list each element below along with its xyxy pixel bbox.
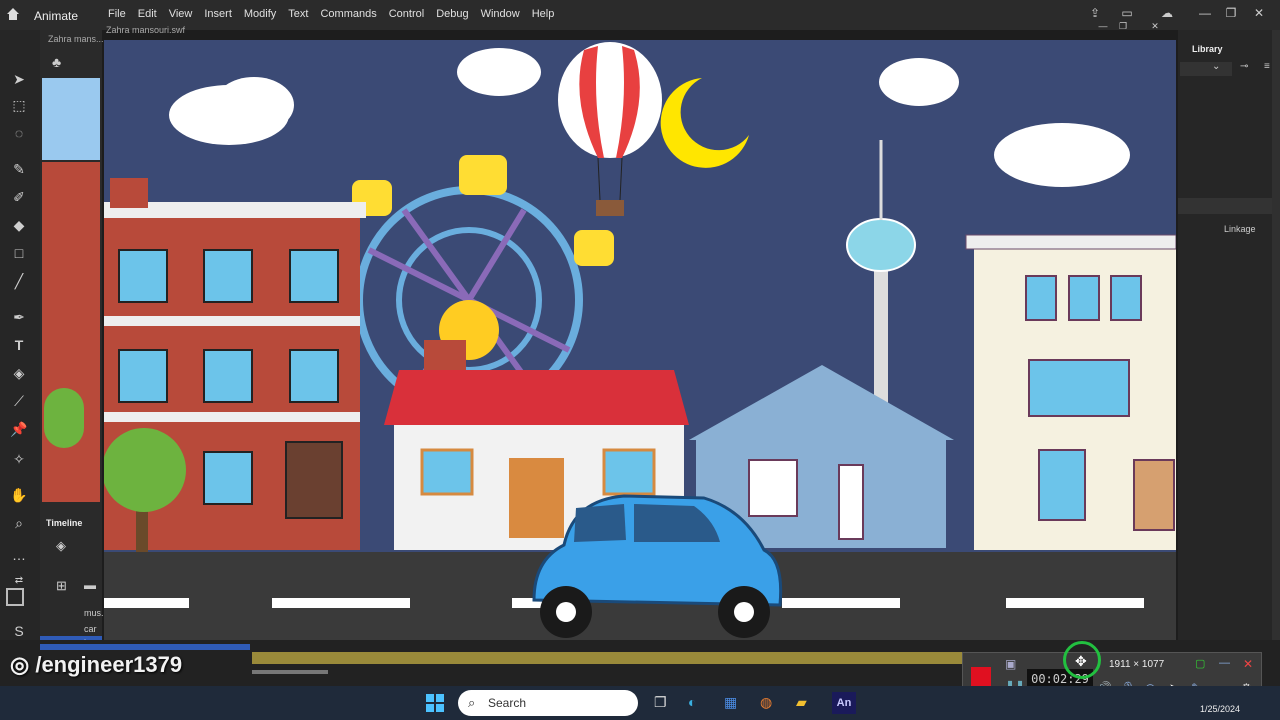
taskbar-date: 1/25/2024 [1200, 704, 1241, 714]
menu-commands[interactable]: Commands [314, 8, 382, 20]
search-label: Search [488, 696, 527, 710]
search-icon: ⌕ [468, 695, 476, 710]
document-tab[interactable]: Zahra mans... [48, 34, 104, 44]
brush-icon[interactable]: ✐ [8, 186, 30, 208]
snap-icon[interactable]: S [8, 620, 30, 642]
add-layer-icon[interactable]: ⊞ [56, 578, 67, 594]
camera-icon[interactable]: ▣ [1005, 657, 1016, 671]
menu-window[interactable]: Window [475, 8, 526, 20]
menu-file[interactable]: File [102, 8, 132, 20]
thumbnail-sky [42, 78, 100, 160]
doc-close-icon[interactable]: ✕ [1144, 17, 1166, 35]
windows-start-icon[interactable] [426, 694, 444, 712]
frame-span[interactable] [252, 652, 962, 664]
library-dropdown[interactable] [1180, 62, 1232, 76]
layer-car[interactable]: car [84, 624, 97, 634]
lasso-icon[interactable]: ◌ [8, 122, 30, 144]
zoom-icon[interactable]: ⌕ [8, 512, 30, 534]
doc-restore-icon[interactable]: ❐ [1112, 17, 1134, 35]
recording-resolution: 1911 × 1077 [1109, 659, 1165, 670]
fullscreen-icon[interactable]: ▢ [1195, 657, 1205, 670]
moon [660, 78, 749, 168]
tower [846, 140, 916, 410]
timeline-title: Timeline [46, 518, 83, 528]
menu-bar: File Edit View Insert Modify Text Comman… [102, 8, 560, 20]
layers-icon[interactable]: ◈ [56, 538, 66, 554]
doc-minimize-icon[interactable]: — [1092, 17, 1114, 35]
firefox-icon[interactable]: ◍ [760, 694, 772, 711]
hot-air-balloon [558, 42, 662, 216]
recorder-minimize-icon[interactable]: — [1219, 657, 1230, 669]
tools-panel: ➤ ⬚ ◌ ✎ ✐ ◆ □ ╱ ✒ T ◈ ⟋ 📌 ✧ ✋ ⌕ … ⇄ S ⌢ [0, 30, 40, 680]
title-bar: Animate File Edit View Insert Modify Tex… [0, 0, 1280, 31]
animation-scene [104, 42, 1176, 640]
maximize-icon[interactable]: ❐ [1220, 4, 1242, 22]
paint-brush-icon[interactable]: ✎ [8, 158, 30, 180]
eyedropper-icon[interactable]: ⟋ [8, 390, 30, 412]
library-title: Library [1192, 44, 1223, 54]
menu-control[interactable]: Control [383, 8, 430, 20]
menu-debug[interactable]: Debug [430, 8, 474, 20]
watermark-handle: /engineer1379 [35, 652, 183, 677]
white-building [965, 234, 1176, 550]
menu-insert[interactable]: Insert [198, 8, 238, 20]
menu-help[interactable]: Help [526, 8, 561, 20]
more-tools-icon[interactable]: … [8, 544, 30, 566]
task-view-icon[interactable]: ❐ [654, 694, 667, 711]
pen-icon[interactable]: ✒ [8, 306, 30, 328]
taskbar-search[interactable]: ⌕ Search [458, 690, 638, 716]
recorder-close-icon[interactable]: ✕ [1243, 657, 1253, 671]
taskbar: ⌕ Search ❐ ◐ ▦ ◍ ▰ An 1/25/2024 [0, 686, 1280, 720]
move-icon[interactable]: ✥ [1075, 653, 1087, 670]
left-panel: Zahra mans... ♣ Timeline ◈ ⊞ ▬ mus... ca… [40, 30, 109, 650]
stage[interactable] [104, 40, 1176, 640]
hand-icon[interactable]: ✋ [8, 484, 30, 506]
thumbnail-tree [44, 388, 84, 448]
store-icon[interactable]: ▦ [724, 694, 737, 711]
selection-tool-icon[interactable]: ➤ [8, 68, 30, 90]
menu-view[interactable]: View [163, 8, 199, 20]
stroke-color-swatch[interactable] [6, 588, 24, 606]
pin-icon[interactable]: 📌 [8, 418, 30, 440]
club-icon[interactable]: ♣ [52, 54, 61, 70]
home-icon[interactable] [6, 7, 20, 21]
instagram-icon: ◎ [10, 652, 30, 677]
menu-modify[interactable]: Modify [238, 8, 282, 20]
linkage-header[interactable]: Linkage [1224, 224, 1256, 234]
free-transform-icon[interactable]: ⬚ [8, 94, 30, 116]
thumbnail-building [42, 162, 100, 502]
rectangle-icon[interactable]: □ [8, 242, 30, 264]
chevron-down-icon[interactable]: ⌄ [1212, 61, 1220, 72]
right-panel: Library ⌄ ⊸ ≡ Linkage [1178, 30, 1280, 680]
selected-layer-bar [40, 644, 250, 650]
folder-icon[interactable]: ▬ [84, 578, 96, 592]
text-tool-icon[interactable]: T [8, 334, 30, 356]
panel-scrollbar[interactable] [1272, 30, 1280, 650]
record-button[interactable] [971, 667, 991, 687]
watermark: ◎ /engineer1379 [10, 652, 182, 678]
close-icon[interactable]: ✕ [1248, 4, 1270, 22]
menu-text[interactable]: Text [282, 8, 314, 20]
pin-panel-icon[interactable]: ⊸ [1240, 61, 1248, 72]
file-explorer-icon[interactable]: ▰ [796, 694, 807, 711]
paint-bucket-icon[interactable]: ◈ [8, 362, 30, 384]
panel-menu-icon[interactable]: ≡ [1264, 61, 1270, 72]
line-icon[interactable]: ╱ [8, 270, 30, 292]
app-name: Animate [34, 9, 79, 23]
eraser-icon[interactable]: ◆ [8, 214, 30, 236]
minimize-icon[interactable]: — [1194, 4, 1216, 22]
bone-icon[interactable]: ✧ [8, 448, 30, 470]
animate-app-icon[interactable]: An [832, 692, 856, 714]
edge-icon[interactable]: ◐ [688, 694, 696, 710]
menu-edit[interactable]: Edit [132, 8, 163, 20]
swf-filename: Zahra mansouri.swf [106, 25, 186, 35]
library-preview-bar [1178, 198, 1280, 214]
timeline-scrollbar[interactable] [252, 670, 328, 674]
